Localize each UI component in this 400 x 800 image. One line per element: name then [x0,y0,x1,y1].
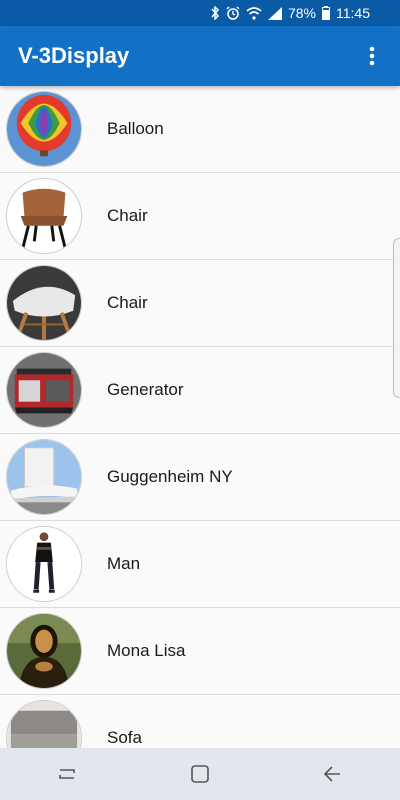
mona-lisa-thumbnail [6,613,82,689]
back-button[interactable] [313,754,353,794]
model-item-guggenheim-ny[interactable]: Guggenheim NY [0,434,400,521]
model-label: Generator [107,380,184,399]
guggenheim-thumbnail [6,439,82,515]
recent-apps-icon [58,769,75,779]
model-item-chair[interactable]: Chair [0,173,400,260]
more-vert-icon [369,46,375,66]
status-bar: 78% 11:45 [0,0,400,26]
bluetooth-icon [210,6,220,20]
white-chair-thumbnail [6,265,82,341]
balloon-thumbnail [6,91,82,167]
overflow-menu-button[interactable] [348,32,396,80]
sofa-thumbnail [6,700,82,748]
model-item-chair[interactable]: Chair [0,260,400,347]
man-thumbnail [6,526,82,602]
navigation-bar [0,748,400,800]
model-label: Chair [107,293,148,312]
model-label: Balloon [107,119,164,138]
app-bar: V-3Display [0,26,400,86]
model-label: Chair [107,206,148,225]
recent-apps-button[interactable] [47,754,87,794]
model-item-man[interactable]: Man [0,521,400,608]
model-item-sofa[interactable]: Sofa [0,695,400,748]
model-label: Mona Lisa [107,641,186,660]
edge-panel-handle[interactable] [393,238,400,398]
model-item-generator[interactable]: Generator [0,347,400,434]
wifi-icon [246,6,262,20]
back-icon [324,766,341,782]
model-list[interactable]: Balloon Chair Chair Generator Guggenheim… [0,86,400,748]
home-icon [191,765,209,783]
model-label: Guggenheim NY [107,467,233,486]
battery-icon [322,6,330,20]
leather-chair-thumbnail [6,178,82,254]
model-label: Man [107,554,141,573]
clock: 11:45 [336,5,370,21]
model-item-mona-lisa[interactable]: Mona Lisa [0,608,400,695]
app-title: V-3Display [18,43,130,68]
alarm-icon [226,6,240,20]
battery-percent: 78% [287,5,316,21]
signal-icon [267,6,282,20]
generator-thumbnail [6,352,82,428]
home-button[interactable] [180,754,220,794]
model-item-balloon[interactable]: Balloon [0,86,400,173]
model-label: Sofa [107,728,142,747]
